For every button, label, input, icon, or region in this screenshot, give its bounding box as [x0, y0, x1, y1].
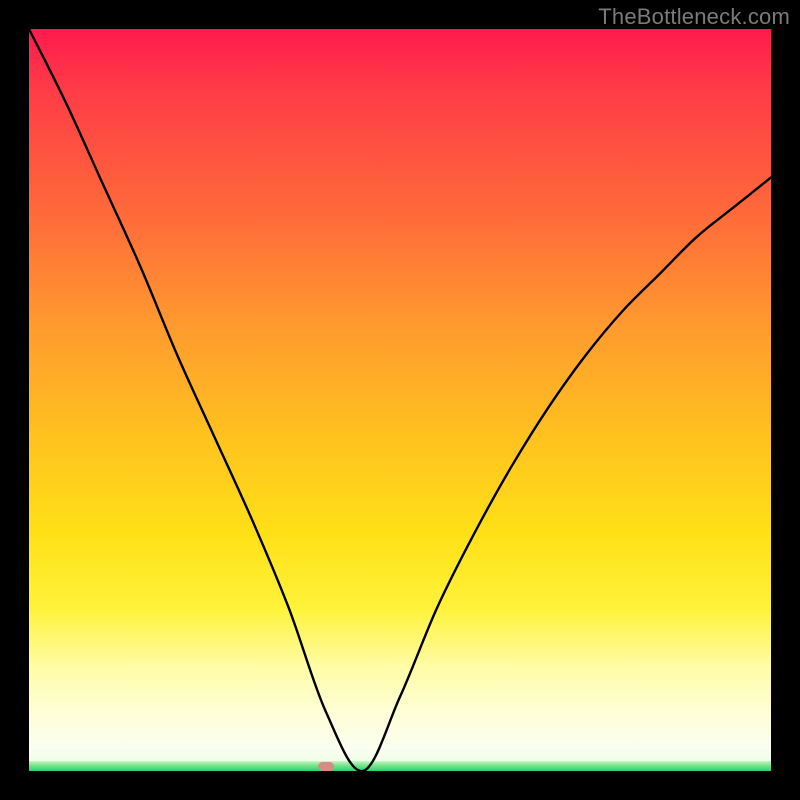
- watermark-text: TheBottleneck.com: [598, 4, 790, 30]
- outer-frame: TheBottleneck.com: [0, 0, 800, 800]
- bottleneck-curve: [29, 29, 771, 771]
- minimum-marker: [318, 762, 334, 771]
- plot-area: [29, 29, 771, 771]
